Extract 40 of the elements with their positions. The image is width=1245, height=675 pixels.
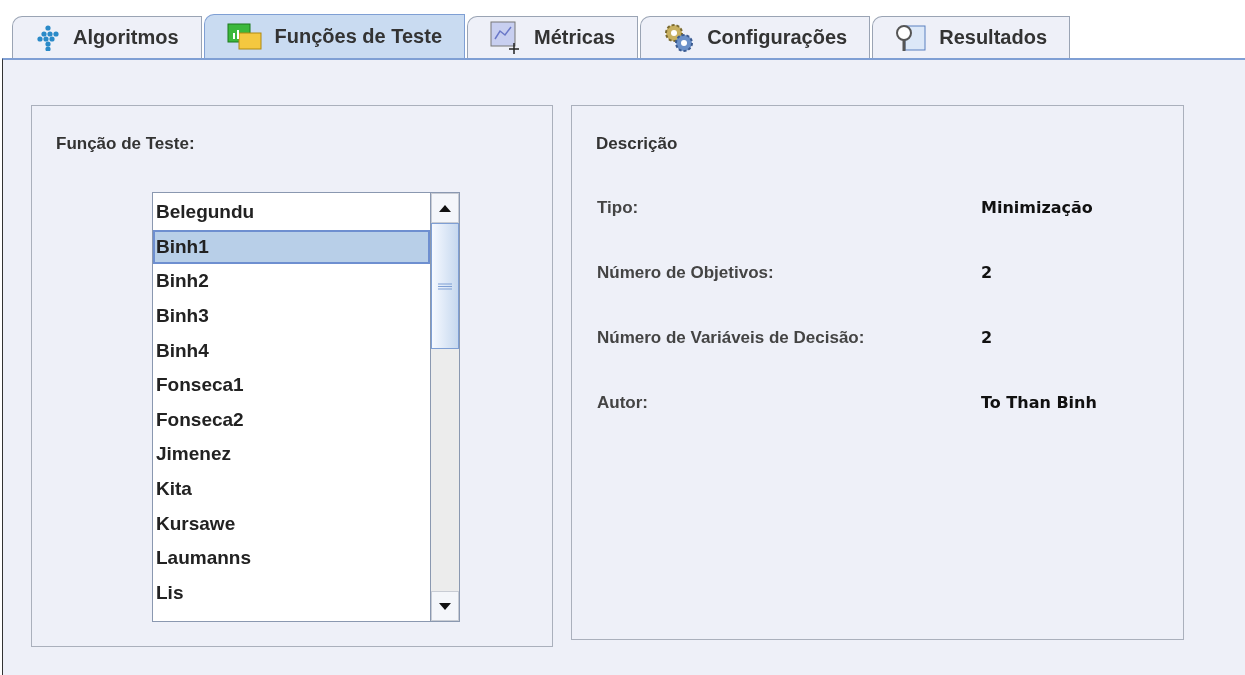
scrollbar[interactable]: [430, 193, 459, 621]
tab[interactable]: Algoritmos: [12, 16, 202, 58]
group-title: Descrição: [596, 134, 679, 154]
field-label: Número de Variáveis de Decisão:: [597, 328, 866, 348]
group-title: Função de Teste:: [56, 134, 196, 154]
function-list[interactable]: Belegundu Binh1 Binh2 Binh3 Binh4 Fonseca1 Fonseca2 Jimenez Kita Kursawe Laumanns Lis: [152, 192, 460, 622]
list-item[interactable]: Kursawe: [153, 506, 430, 541]
list-item[interactable]: Belegundu: [153, 195, 430, 230]
up-arrow-icon: [439, 204, 451, 212]
list-item[interactable]: Binh3: [153, 298, 430, 334]
tab[interactable]: Funções de Teste: [203, 14, 465, 58]
list-item[interactable]: Binh2: [153, 264, 430, 299]
magnifier-icon: [895, 22, 928, 53]
field-label: Autor:: [597, 393, 649, 413]
tab[interactable]: Configurações: [640, 16, 871, 58]
gears-icon: [663, 21, 696, 54]
field-value: 2: [981, 263, 994, 283]
scroll-down-button[interactable]: [431, 591, 459, 621]
folder-chart-icon: [226, 22, 263, 51]
grip-icon: [438, 282, 452, 290]
field-label: Tipo:: [597, 198, 640, 218]
list-item[interactable]: Lis: [153, 575, 430, 611]
field-label: Número de Objetivos:: [597, 263, 775, 283]
dots-icon: [35, 24, 61, 51]
list-item[interactable]: Jimenez: [153, 437, 430, 472]
chart-icon: [490, 20, 522, 55]
field-value: 2: [981, 328, 994, 348]
list-item[interactable]: Laumanns: [153, 540, 430, 576]
list-item[interactable]: Kita: [153, 471, 430, 507]
list-item[interactable]: Fonseca2: [153, 402, 430, 438]
scroll-thumb[interactable]: [431, 223, 459, 349]
tab[interactable]: Resultados: [872, 16, 1070, 58]
scroll-up-button[interactable]: [431, 193, 459, 223]
tab[interactable]: Métricas: [467, 16, 639, 58]
down-arrow-icon: [439, 602, 451, 610]
list-item[interactable]: Binh1: [153, 229, 430, 265]
list-item[interactable]: Fonseca1: [153, 367, 430, 403]
field-value: To Than Binh: [981, 393, 1098, 413]
list-item[interactable]: Binh4: [153, 333, 430, 368]
field-value: Minimização: [981, 198, 1094, 218]
